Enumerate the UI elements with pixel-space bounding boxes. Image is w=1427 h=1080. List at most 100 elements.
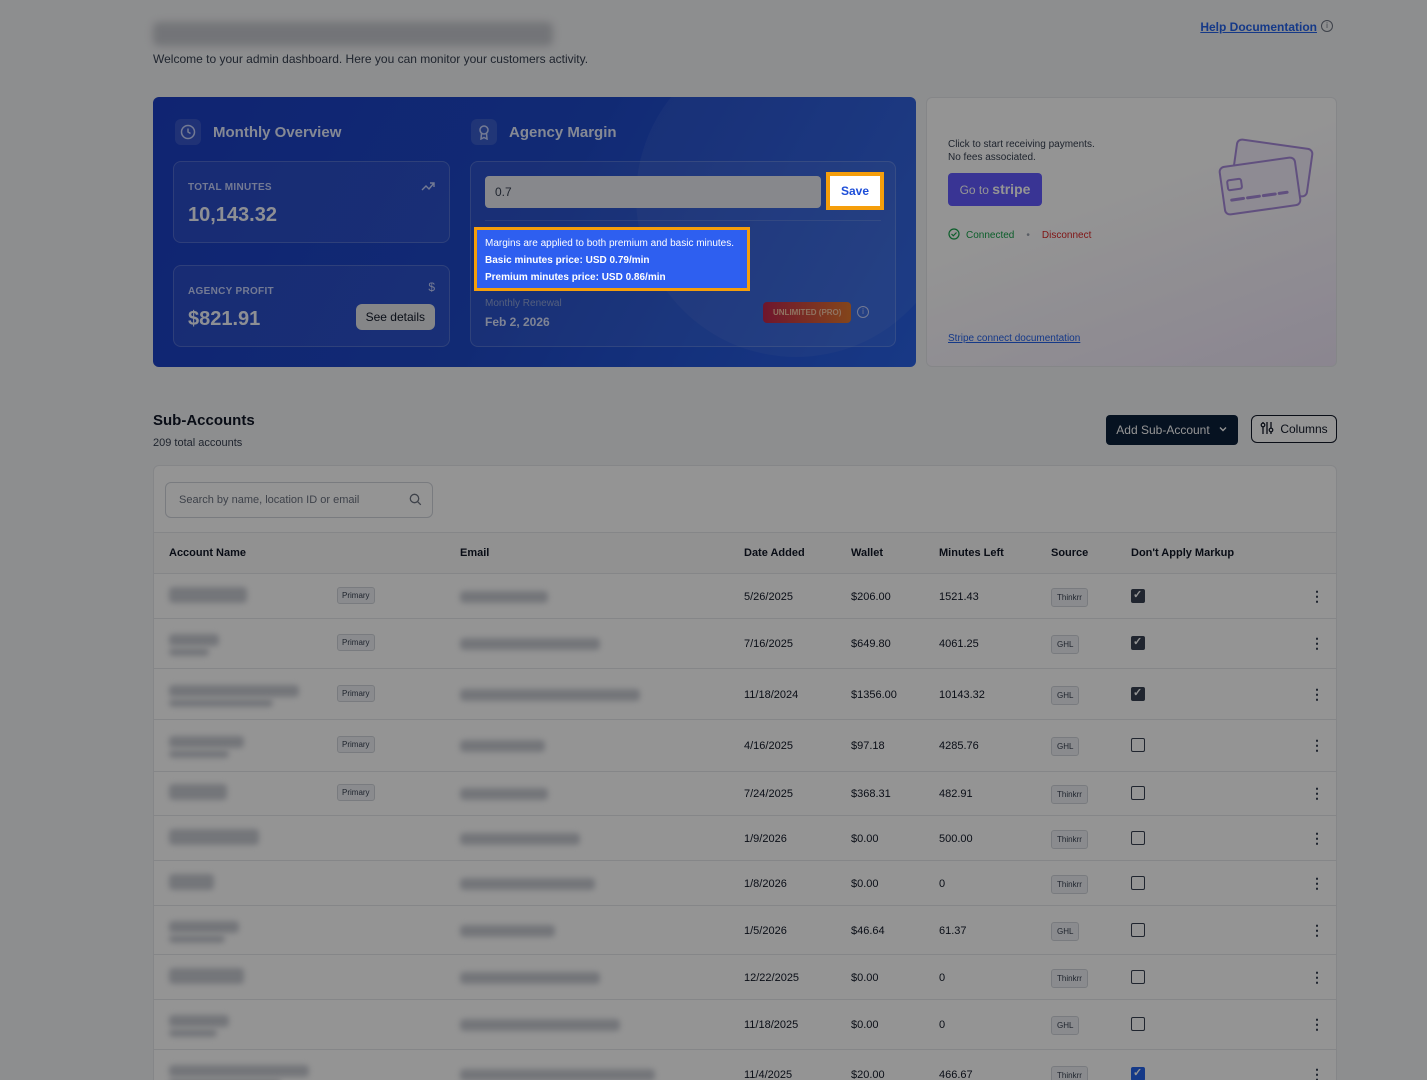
disconnect-link[interactable]: Disconnect (1042, 230, 1091, 241)
more-options-icon[interactable]: ⋮ (1310, 875, 1324, 892)
search-icon (409, 493, 422, 509)
column-header-date-added[interactable]: Date Added (744, 547, 805, 559)
table-row[interactable]: Primary 4/16/2025 $97.18 4285.76 GHL ⋮ (154, 720, 1336, 772)
see-details-button[interactable]: See details (355, 304, 435, 330)
minutes-left: 4061.25 (939, 638, 979, 650)
stripe-docs-link[interactable]: Stripe connect documentation (948, 333, 1080, 344)
table-row[interactable]: 1/8/2026 $0.00 0 Thinkrr ⋮ (154, 861, 1336, 906)
column-header-dont-apply-markup[interactable]: Don't Apply Markup (1131, 547, 1234, 559)
more-options-icon[interactable]: ⋮ (1310, 969, 1324, 986)
date-added: 5/26/2025 (744, 591, 793, 603)
source-badge: GHL (1051, 737, 1080, 756)
date-added: 12/22/2025 (744, 972, 800, 984)
more-options-icon[interactable]: ⋮ (1310, 1066, 1324, 1080)
wallet-value: $206.00 (851, 591, 891, 603)
wallet-value: $1356.00 (851, 689, 897, 701)
stripe-status: Connected • Disconnect (948, 228, 1091, 243)
clock-icon (175, 119, 201, 145)
dont-apply-markup-checkbox[interactable] (1131, 588, 1145, 603)
email-redacted (460, 1019, 620, 1031)
table-row[interactable]: 12/22/2025 $0.00 0 Thinkrr ⋮ (154, 955, 1336, 1000)
dont-apply-markup-checkbox[interactable] (1131, 923, 1145, 937)
table-row[interactable]: 1/5/2026 $46.64 61.37 GHL ⋮ (154, 906, 1336, 955)
go-to-stripe-button[interactable]: Go to stripe (948, 173, 1042, 206)
wallet-value: $0.00 (851, 972, 879, 984)
more-options-icon[interactable]: ⋮ (1310, 1016, 1324, 1033)
more-options-icon[interactable]: ⋮ (1310, 686, 1324, 703)
primary-badge: Primary (337, 736, 375, 753)
monthly-overview-title: Monthly Overview (175, 119, 341, 145)
dont-apply-markup-checkbox[interactable] (1131, 970, 1145, 984)
more-options-icon[interactable]: ⋮ (1310, 737, 1324, 754)
primary-badge: Primary (337, 784, 375, 801)
more-options-icon[interactable]: ⋮ (1310, 635, 1324, 652)
source-badge: Thinkrr (1051, 1066, 1088, 1080)
agency-profit-card: AGENCY PROFIT $821.91 $ See details (173, 265, 450, 347)
table-row[interactable]: Primary 7/16/2025 $649.80 4061.25 GHL ⋮ (154, 619, 1336, 669)
account-name-redacted (169, 1065, 309, 1077)
column-header-wallet[interactable]: Wallet (851, 547, 883, 559)
source-badge: Thinkrr (1051, 830, 1088, 849)
date-added: 1/9/2026 (744, 833, 787, 845)
account-location-redacted (169, 1029, 217, 1037)
plan-badge: UNLIMITED (PRO) (763, 302, 852, 323)
more-options-icon[interactable]: ⋮ (1310, 922, 1324, 939)
account-location-redacted (169, 935, 225, 943)
dont-apply-markup-checkbox[interactable] (1131, 876, 1145, 890)
column-header-minutes-left[interactable]: Minutes Left (939, 547, 1004, 559)
agency-margin-title: Agency Margin (471, 119, 617, 145)
dont-apply-markup-checkbox[interactable] (1131, 1066, 1145, 1080)
table-row[interactable]: Primary 5/26/2025 $206.00 1521.43 Thinkrr ⋮ (154, 574, 1336, 619)
dont-apply-markup-checkbox[interactable] (1131, 686, 1145, 701)
table-row[interactable]: Primary 11/18/2024 $1356.00 10143.32 GHL ⋮ (154, 669, 1336, 720)
dont-apply-markup-checkbox[interactable] (1131, 1017, 1145, 1031)
source-badge: GHL (1051, 635, 1080, 654)
table-row[interactable]: Primary 7/24/2025 $368.31 482.91 Thinkrr ⋮ (154, 772, 1336, 816)
column-header-account-name[interactable]: Account Name (169, 547, 246, 559)
search-input[interactable]: Search by name, location ID or email (165, 482, 433, 518)
account-name-redacted (169, 587, 247, 603)
email-redacted (460, 925, 555, 937)
help-documentation-link[interactable]: Help Documentation (1200, 20, 1317, 34)
check-circle-icon (948, 228, 960, 243)
date-added: 4/16/2025 (744, 740, 793, 752)
more-options-icon[interactable]: ⋮ (1310, 785, 1324, 802)
email-redacted (460, 878, 595, 890)
save-button[interactable]: Save (826, 172, 884, 210)
total-minutes-label: TOTAL MINUTES (188, 182, 272, 193)
welcome-subtitle: Welcome to your admin dashboard. Here yo… (153, 52, 589, 66)
minutes-left: 482.91 (939, 788, 973, 800)
total-minutes-card: TOTAL MINUTES 10,143.32 (173, 161, 450, 243)
wallet-value: $649.80 (851, 638, 891, 650)
dont-apply-markup-checkbox[interactable] (1131, 831, 1145, 845)
source-badge: GHL (1051, 1016, 1080, 1035)
date-added: 1/5/2026 (744, 925, 787, 937)
account-name-redacted (169, 921, 239, 933)
account-name-redacted (169, 968, 244, 984)
email-redacted (460, 788, 548, 800)
info-icon[interactable]: i (1321, 20, 1333, 32)
info-icon[interactable]: i (857, 306, 869, 318)
dont-apply-markup-checkbox[interactable] (1131, 635, 1145, 650)
source-badge: Thinkrr (1051, 588, 1088, 607)
dont-apply-markup-checkbox[interactable] (1131, 786, 1145, 800)
add-sub-account-button[interactable]: Add Sub-Account (1106, 415, 1238, 445)
table-row[interactable]: 1/9/2026 $0.00 500.00 Thinkrr ⋮ (154, 816, 1336, 861)
stripe-card: Click to start receiving payments. No fe… (926, 97, 1337, 367)
margin-input[interactable]: 0.7 (485, 176, 821, 208)
wallet-value: $20.00 (851, 1069, 885, 1080)
table-row[interactable]: 11/18/2025 $0.00 0 GHL ⋮ (154, 1000, 1336, 1050)
columns-button[interactable]: Columns (1251, 415, 1337, 443)
award-icon (471, 119, 497, 145)
more-options-icon[interactable]: ⋮ (1310, 588, 1324, 605)
source-badge: GHL (1051, 686, 1080, 705)
more-options-icon[interactable]: ⋮ (1310, 830, 1324, 847)
account-name-redacted (169, 1015, 229, 1027)
column-header-source[interactable]: Source (1051, 547, 1088, 559)
column-header-email[interactable]: Email (460, 547, 489, 559)
account-location-redacted (169, 699, 273, 707)
date-added: 11/4/2025 (744, 1069, 793, 1080)
dont-apply-markup-checkbox[interactable] (1131, 738, 1145, 752)
table-row[interactable]: 11/4/2025 $20.00 466.67 Thinkrr ⋮ (154, 1050, 1336, 1080)
minutes-left: 500.00 (939, 833, 973, 845)
